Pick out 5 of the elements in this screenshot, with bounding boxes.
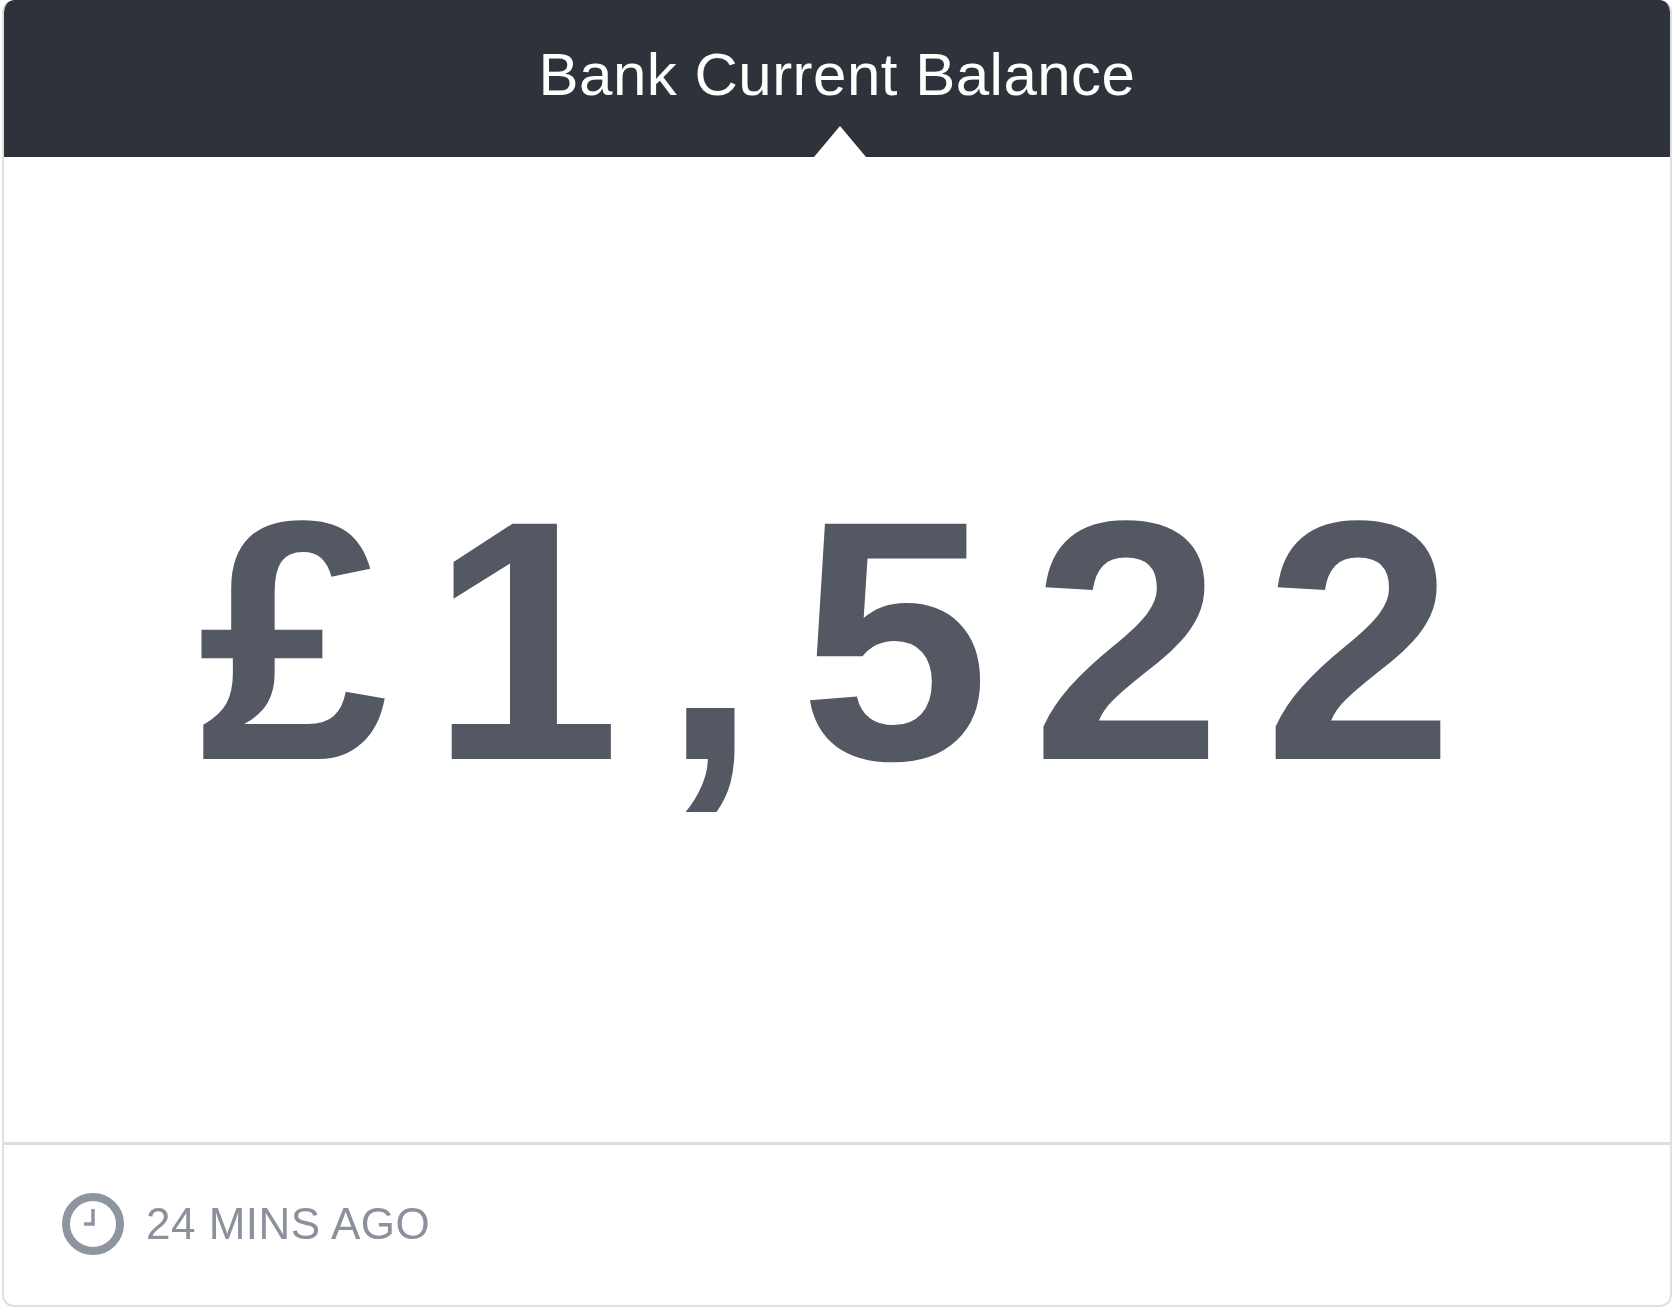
- balance-value: £1,522: [197, 468, 1496, 811]
- updated-time: 24 MINS AGO: [146, 1199, 431, 1249]
- widget-title: Bank Current Balance: [538, 41, 1136, 108]
- notch-icon: [814, 126, 866, 157]
- clock-icon: [62, 1193, 124, 1255]
